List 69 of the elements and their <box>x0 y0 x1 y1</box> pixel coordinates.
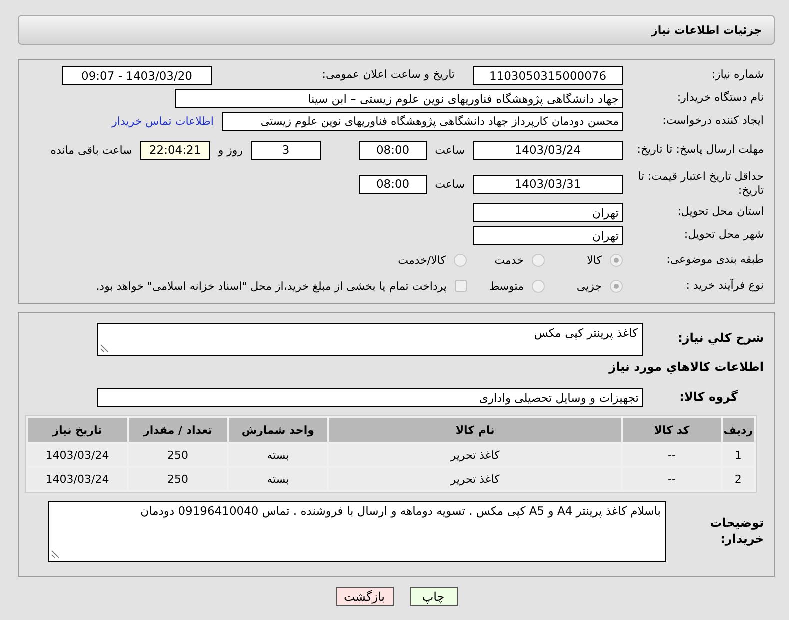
contact-link[interactable]: اطلاعات تماس خریدار <box>112 115 214 128</box>
radio-button[interactable] <box>610 254 623 266</box>
radio-label: خدمت <box>494 254 524 266</box>
table-cell: 1403/03/24 <box>28 468 127 490</box>
page-header: جزئیات اطلاعات نیاز <box>18 15 775 45</box>
column-header: تعداد / مقدار <box>129 418 227 442</box>
date-field[interactable]: 1403/03/24 <box>473 140 623 160</box>
field-label: حداقل تاریخ اعتبار قیمت: تا تاریخ: <box>637 170 765 198</box>
resize-grip-icon[interactable] <box>100 344 109 353</box>
table-cell: کاغذ تحریر <box>329 468 622 490</box>
resize-grip-icon[interactable] <box>51 550 60 559</box>
radio-button[interactable] <box>532 280 545 292</box>
field-label: توضیحات خریدار: <box>709 516 765 548</box>
description-textarea[interactable]: کاغذ پرینتر کپی مکس <box>97 323 643 356</box>
field-label: نوع فرآیند خرید : <box>685 278 765 294</box>
table-cell: بسته <box>228 444 328 466</box>
province-field[interactable]: تهران <box>473 203 623 222</box>
checkbox-label: پرداخت تمام یا بخشی از مبلغ خرید،از محل "اسناد خزانه اسلامی" خواهد بود. <box>96 280 447 292</box>
days-field[interactable]: 3 <box>251 140 322 160</box>
field-label: طبقه بندی موضوعی: <box>666 252 765 268</box>
field-label: شرح کلي نياز: <box>677 330 765 347</box>
days-label: روز و <box>218 144 244 156</box>
back-button[interactable]: بازگشت <box>336 587 394 606</box>
table-cell: کاغذ تحریر <box>329 444 622 466</box>
column-header: واحد شمارش <box>228 418 328 442</box>
field-label: شهر محل تحویل: <box>683 228 765 243</box>
field-label: نام دستگاه خریدار: <box>676 91 765 106</box>
table-cell: 1403/03/24 <box>28 444 127 466</box>
table-cell: 250 <box>129 444 227 466</box>
table-cell: 250 <box>129 468 227 490</box>
remaining-label: ساعت باقی مانده <box>50 144 132 156</box>
field-label: تاریخ و ساعت اعلان عمومی: <box>321 68 456 83</box>
goods-group-field[interactable]: تجهیزات و وسایل تحصیلی واداری <box>97 388 643 407</box>
column-header: کد کالا <box>623 418 721 442</box>
table-cell: بسته <box>228 468 328 490</box>
field-label: ایجاد کننده درخواست: <box>662 114 765 129</box>
table-cell: -- <box>623 444 721 466</box>
buyer-notes-textarea[interactable]: باسلام کاغذ پرینتر A4 و A5 کپی مکس . تسویه دوماهه و ارسال با فروشنده . تماس 09196410040 دودمان <box>48 501 666 562</box>
time-field[interactable]: 08:00 <box>359 140 428 160</box>
buyer-org-field[interactable]: جهاد دانشگاهی پژوهشگاه فناوریهای نوین علوم زیستی – ابن سینا <box>175 89 623 108</box>
print-button[interactable]: چاپ <box>410 587 458 606</box>
radio-label: کالا <box>587 254 602 266</box>
time-label: ساعت <box>435 178 465 190</box>
column-header: تاریخ نیاز <box>28 418 127 442</box>
announce-date-field[interactable]: 1403/03/20 - 09:07 <box>62 66 212 85</box>
field-label: گروه کالا: <box>678 390 739 406</box>
section-heading: اطلاعات کالاهاي مورد نياز <box>608 359 765 376</box>
need-number-field[interactable]: 1103050315000076 <box>473 66 623 85</box>
radio-label: کالا/خدمت <box>398 254 446 266</box>
radio-button[interactable] <box>454 254 467 266</box>
date-field[interactable]: 1403/03/31 <box>473 174 623 194</box>
checkbox[interactable] <box>455 280 467 292</box>
table-cell: 2 <box>722 468 754 490</box>
table-cell: -- <box>623 468 721 490</box>
radio-button[interactable] <box>532 254 545 266</box>
field-label: شماره نیاز: <box>710 68 765 83</box>
time-field[interactable]: 08:00 <box>359 174 428 194</box>
column-header: ردیف <box>722 418 754 442</box>
column-header: نام کالا <box>329 418 622 442</box>
radio-label: جزیی <box>576 280 602 292</box>
field-label: استان محل تحویل: <box>676 205 765 220</box>
requester-field[interactable]: محسن دودمان کارپرداز جهاد دانشگاهی پژوهشگاه فناوریهای نوین علوم زیستی <box>222 112 623 131</box>
radio-button[interactable] <box>610 280 623 292</box>
remaining-time-field[interactable]: 22:04:21 <box>140 140 210 160</box>
table-cell: 1 <box>722 444 754 466</box>
time-label: ساعت <box>435 144 465 156</box>
city-field[interactable]: تهران <box>473 226 623 245</box>
field-label: مهلت ارسال پاسخ: تا تاریخ: <box>636 142 765 158</box>
radio-label: متوسط <box>489 280 524 292</box>
